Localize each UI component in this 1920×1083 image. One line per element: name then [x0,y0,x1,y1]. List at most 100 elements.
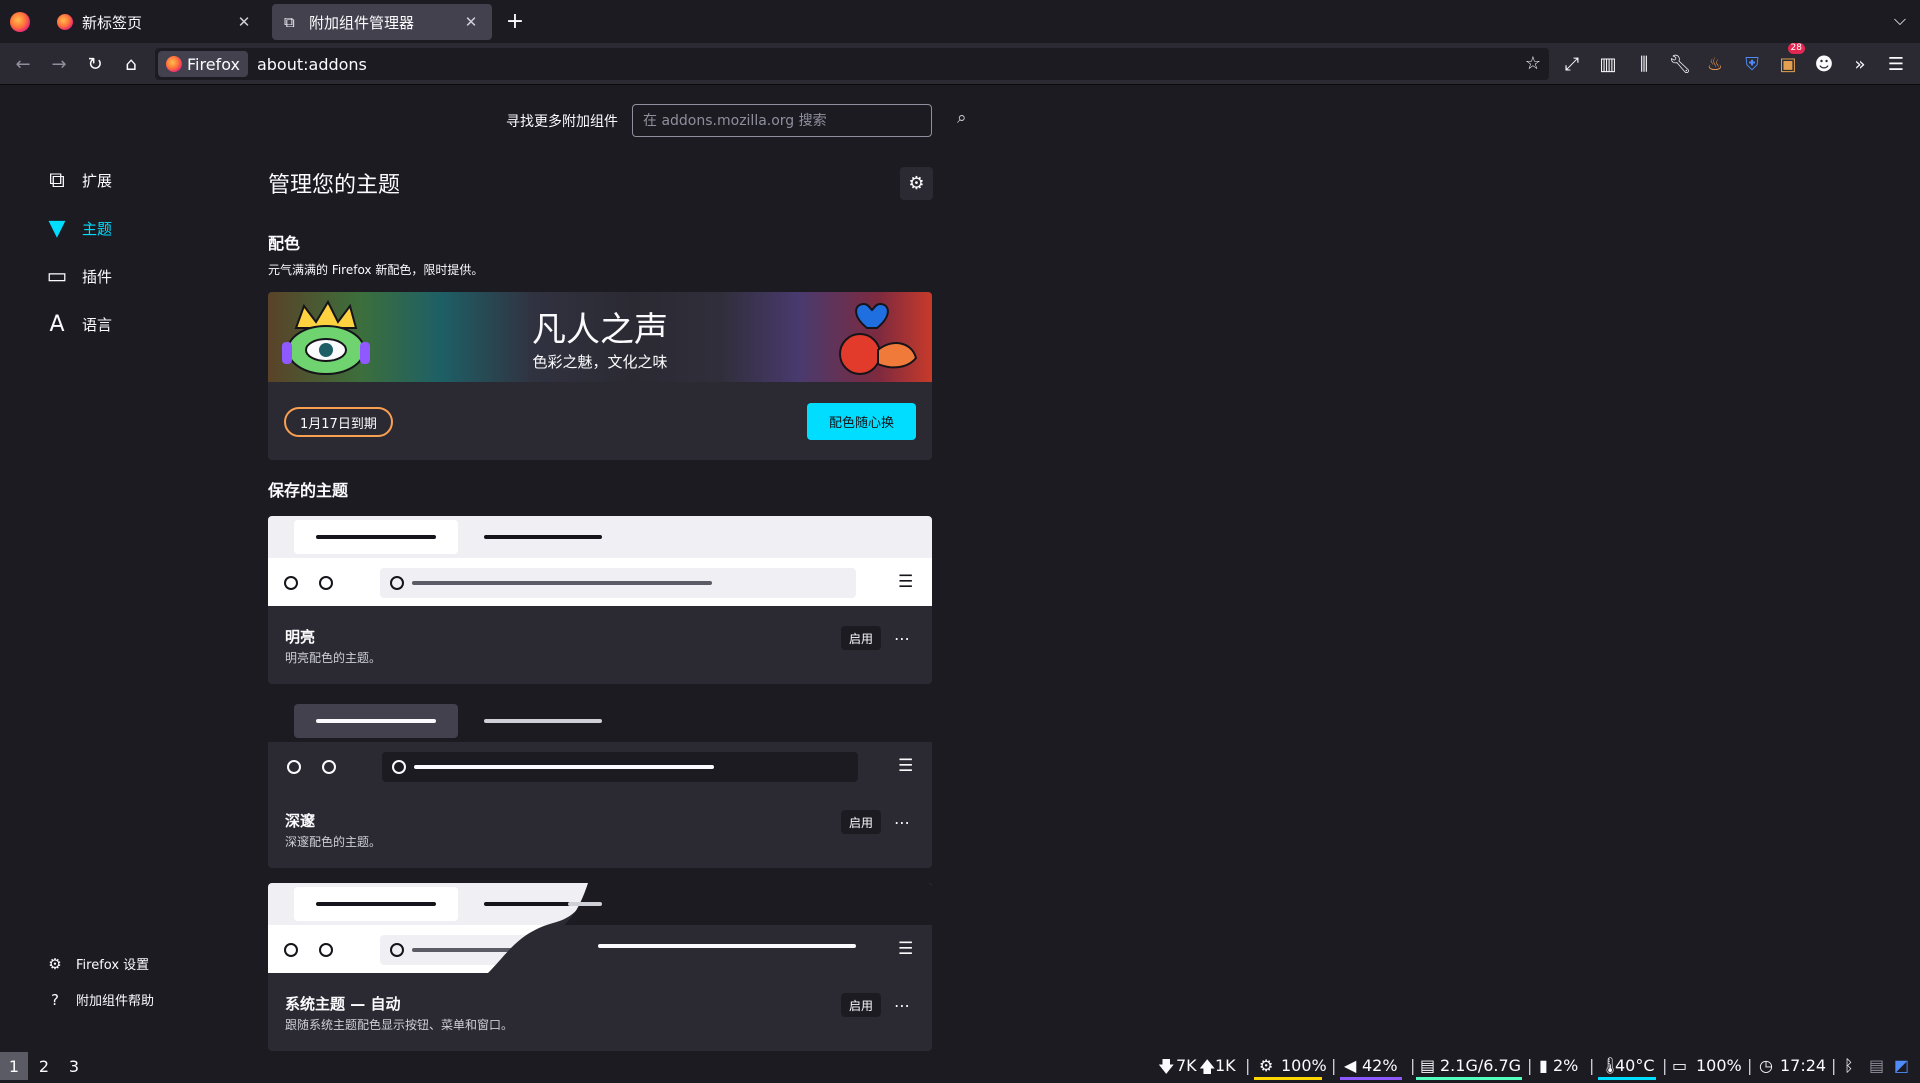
hamburger-menu-icon[interactable]: ☰ [1881,49,1911,79]
reload-icon[interactable]: ↻ [80,49,110,79]
fullscreen-icon[interactable]: ⤢ [1557,49,1587,79]
brush-icon: ▼ [48,215,66,241]
puzzle-favicon-icon: ⧉ [284,13,295,31]
net-up-icon: 🡅 [1199,1057,1216,1076]
tab-title: 新标签页 [82,13,143,32]
list-all-tabs-icon[interactable]: ⌵ [1894,10,1906,30]
sidebar-item-label: 主题 [82,219,113,238]
heart-ball-art [839,302,918,375]
identity-label: Firefox [187,54,240,74]
enable-theme-button[interactable]: 启用 [841,810,881,834]
language-icon: A [49,311,65,337]
close-tab-icon[interactable]: ✕ [462,13,480,31]
identity-box[interactable]: Firefox [158,51,248,77]
tab-bar: 新标签页 ✕ ⧉ 附加组件管理器 ✕ + ⌵ [0,0,1920,43]
overflow-chevron-icon[interactable]: » [1845,49,1875,79]
battery-icon: ▭ [1672,1056,1688,1075]
sidebar-addons-help[interactable]: ? 附加组件帮助 [46,990,155,1010]
tab-new-tab[interactable]: 新标签页 ✕ [45,4,265,40]
shield-extension-icon[interactable]: ⛨ [1737,49,1767,79]
close-tab-icon[interactable]: ✕ [235,13,253,31]
sidebar-toggle-icon[interactable]: ▥ [1593,49,1623,79]
navigation-toolbar: ← → ↻ ⌂ Firefox about:addons ☆ ⤢ ▥ ⫼ 🔧︎ … [0,43,1920,85]
system-theme-dark-split: ☰ [488,883,932,973]
theme-name: 系统主题 — 自动 [285,995,401,1013]
more-options-icon[interactable]: ⋯ [889,810,915,834]
firefox-favicon-icon [57,14,73,30]
search-icon[interactable]: ⌕ [957,108,967,128]
workspace-button[interactable]: 1 [0,1052,28,1080]
sidebar-firefox-settings[interactable]: ⚙ Firefox 设置 [46,954,150,974]
theme-card-light[interactable]: ☰ 明亮 明亮配色的主题。 启用 ⋯ [268,516,932,684]
sidebar-item-extensions[interactable]: ⧉ 扩展 [44,162,204,198]
url-text[interactable]: about:addons [257,55,367,74]
firefox-view-icon[interactable] [10,12,30,32]
colorway-banner: 凡人之声 色彩之魅，文化之味 [268,292,932,382]
colorway-picker-button[interactable]: 配色随心换 [807,403,916,440]
plugin-icon: ▭ [46,263,68,289]
extension-badge-icon[interactable]: ▣ 28 [1773,43,1805,79]
sidebar-item-themes[interactable]: ▼ 主题 [44,210,204,246]
tab-addons-manager[interactable]: ⧉ 附加组件管理器 ✕ [272,4,492,40]
wrench-icon[interactable]: 🔧︎ [1665,49,1695,79]
memory-value: 2.1G/6.7G [1440,1056,1522,1075]
workspace-button[interactable]: 2 [30,1052,58,1080]
disk-value: 2% [1553,1056,1579,1075]
workspace-button[interactable]: 3 [60,1052,88,1080]
extension-fire-icon[interactable]: ♨ [1700,49,1730,79]
theme-card-dark[interactable]: ☰ 深邃 深邃配色的主题。 启用 ⋯ [268,700,932,868]
mask-extension-icon[interactable]: ☻ [1809,49,1839,79]
theme-description: 明亮配色的主题。 [285,651,382,665]
tab-title: 附加组件管理器 [309,13,415,32]
addons-search-input[interactable] [632,104,932,137]
new-tab-button[interactable]: + [503,8,527,36]
memory-icon: ▤ [1420,1056,1436,1075]
cpu-value: 100% [1281,1056,1327,1075]
tools-gear-button[interactable]: ⚙ [900,167,933,200]
system-status-bar: 1 2 3 🡇 7K 🡅 1K | ⚙ 100% | ◀ 42% | ▤ 2.1… [0,1052,1920,1080]
net-down-icon: 🡇 [1158,1057,1175,1076]
more-options-icon[interactable]: ⋯ [889,993,915,1017]
net-up-value: 1K [1215,1056,1236,1075]
url-bar[interactable]: Firefox about:addons ☆ [155,48,1549,80]
colorway-card: 凡人之声 色彩之魅，文化之味 1月17日到期 配色随心换 [268,292,932,460]
sidebar-item-label: 插件 [82,267,113,286]
theme-preview: ☰ [268,700,932,790]
puzzle-icon: ⧉ [49,167,65,193]
home-icon[interactable]: ⌂ [116,49,146,79]
clock-icon: ◷ [1759,1056,1773,1075]
theme-card-system-auto[interactable]: ☰ ☰ 系统主题 — 自动 跟随系统主题配色显示按钮、菜单和窗口。 启用 ⋯ [268,883,932,1051]
sidebar-item-languages[interactable]: A 语言 [44,306,204,342]
svg-text:☰: ☰ [898,939,913,959]
extension-badge-count: 28 [1787,43,1805,54]
page-title: 管理您的主题 [268,173,401,198]
theme-preview: ☰ [268,516,932,606]
bookmark-star-icon[interactable]: ☆ [1525,53,1541,74]
net-down-value: 7K [1176,1056,1197,1075]
gear-icon: ⚙ [48,954,62,973]
colorways-description: 元气满满的 Firefox 新配色，限时提供。 [268,263,484,277]
colorways-heading: 配色 [268,234,301,253]
back-icon[interactable]: ← [8,49,38,79]
volume-icon: ◀ [1344,1056,1357,1075]
more-options-icon[interactable]: ⋯ [889,626,915,650]
clock-value[interactable]: 17:24 [1780,1056,1826,1075]
sidebar-item-label: 语言 [82,315,113,334]
sidebar-item-plugins[interactable]: ▭ 插件 [44,258,204,294]
enable-theme-button[interactable]: 启用 [841,626,881,650]
theme-name: 深邃 [285,812,316,830]
theme-name: 明亮 [285,628,316,646]
firefox-icon [166,56,182,72]
keyboard-icon[interactable]: ▤ [1869,1056,1884,1075]
sidebar-footer-label: Firefox 设置 [76,958,150,973]
forward-icon[interactable]: → [44,49,74,79]
theme-description: 跟随系统主题配色显示按钮、菜单和窗口。 [285,1018,514,1032]
bluetooth-icon[interactable]: ᛒ [1844,1056,1854,1075]
library-icon[interactable]: ⫼ [1629,49,1659,79]
sidebar-footer-label: 附加组件帮助 [76,994,155,1009]
enable-theme-button[interactable]: 启用 [841,993,881,1017]
disk-icon: ▮ [1539,1056,1548,1075]
saved-themes-heading: 保存的主题 [268,481,349,500]
tray-app-icon[interactable]: ◩ [1894,1056,1909,1075]
gear-icon: ⚙ [908,173,925,194]
